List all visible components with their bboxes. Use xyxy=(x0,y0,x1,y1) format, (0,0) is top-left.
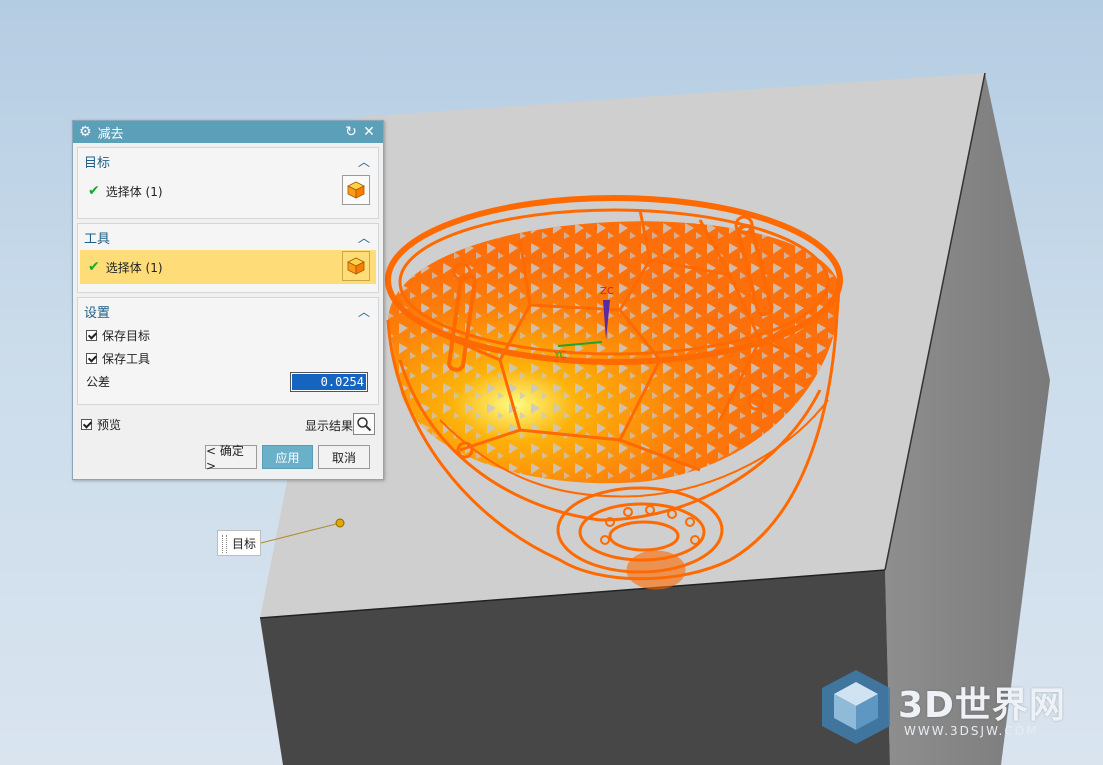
tool-select-body-label: 选择体 (1) xyxy=(105,260,163,275)
watermark-url: WWW.3DSJW.COM xyxy=(904,724,1039,738)
tag-grip[interactable] xyxy=(222,535,227,553)
watermark-logo xyxy=(822,670,890,744)
select-body-cube-button[interactable] xyxy=(342,251,370,281)
settings-section-title: 设置 xyxy=(84,305,111,321)
select-body-cube-button[interactable] xyxy=(342,175,370,205)
settings-section: 设置 ︿ 保存目标 保存工具 公差 0.0254 xyxy=(77,297,379,405)
dialog-button-row: < 确定 > 应用 取消 xyxy=(73,444,383,473)
tolerance-label: 公差 xyxy=(86,375,111,389)
dialog-titlebar[interactable]: ⚙ 减去 ↻ ✕ xyxy=(73,121,383,143)
tool-select-body-row[interactable]: ✔ 选择体 (1) xyxy=(80,250,376,284)
target-section: 目标 ︿ ✔ 选择体 (1) xyxy=(77,147,379,219)
chevron-up-icon[interactable]: ︿ xyxy=(358,229,370,246)
apply-button[interactable]: 应用 xyxy=(262,445,313,469)
target-tag-label: 目标 xyxy=(217,530,261,556)
chevron-up-icon[interactable]: ︿ xyxy=(358,303,370,320)
target-tag-text: 目标 xyxy=(232,536,257,551)
show-result-button[interactable] xyxy=(353,413,375,435)
keep-target-label: 保存目标 xyxy=(102,329,151,343)
tag-anchor-point xyxy=(335,518,345,528)
watermark-brand: 3D世界网 xyxy=(898,685,1066,726)
tool-section-header[interactable]: 工具 ︿ xyxy=(78,224,378,250)
reset-icon[interactable]: ↻ xyxy=(343,123,359,141)
keep-target-checkbox[interactable] xyxy=(86,330,97,341)
tolerance-input[interactable]: 0.0254 xyxy=(290,372,368,392)
tolerance-value[interactable]: 0.0254 xyxy=(292,374,366,390)
zc-axis-label: ZC xyxy=(600,286,614,297)
dialog-title: 减去 xyxy=(97,126,124,142)
yc-axis-label: YC xyxy=(553,350,567,361)
ok-button[interactable]: < 确定 > xyxy=(205,444,257,473)
tool-section-title: 工具 xyxy=(84,231,111,247)
checkmark-icon: ✔ xyxy=(88,183,100,199)
gear-icon[interactable]: ⚙ xyxy=(79,125,92,139)
close-icon[interactable]: ✕ xyxy=(361,123,377,141)
preview-label: 预览 xyxy=(97,417,122,432)
keep-target-option[interactable]: 保存目标 xyxy=(78,324,378,347)
cube-icon xyxy=(347,257,365,275)
subtract-dialog: ⚙ 减去 ↻ ✕ 目标 ︿ ✔ 选择体 (1) 工具 ︿ ✔ 选择体 (1) 设… xyxy=(72,120,384,480)
target-section-header[interactable]: 目标 ︿ xyxy=(78,148,378,174)
keep-tool-label: 保存工具 xyxy=(102,352,151,366)
keep-tool-checkbox[interactable] xyxy=(86,353,97,364)
tool-section: 工具 ︿ ✔ 选择体 (1) xyxy=(77,223,379,293)
cube-icon xyxy=(347,181,365,199)
settings-section-header[interactable]: 设置 ︿ xyxy=(78,298,378,324)
magnifier-icon xyxy=(357,417,372,432)
checkmark-icon: ✔ xyxy=(88,259,100,275)
cancel-button[interactable]: 取消 xyxy=(318,445,370,469)
chevron-up-icon[interactable]: ︿ xyxy=(358,153,370,170)
show-result-label: 显示结果 xyxy=(304,419,353,433)
target-select-body-row[interactable]: ✔ 选择体 (1) xyxy=(80,174,376,208)
target-section-title: 目标 xyxy=(84,155,111,171)
keep-tool-option[interactable]: 保存工具 xyxy=(78,347,378,370)
preview-row: 预览 显示结果 xyxy=(73,409,383,439)
target-select-body-label: 选择体 (1) xyxy=(105,184,163,199)
preview-checkbox[interactable] xyxy=(81,418,92,430)
tolerance-row: 公差 0.0254 xyxy=(78,370,378,393)
